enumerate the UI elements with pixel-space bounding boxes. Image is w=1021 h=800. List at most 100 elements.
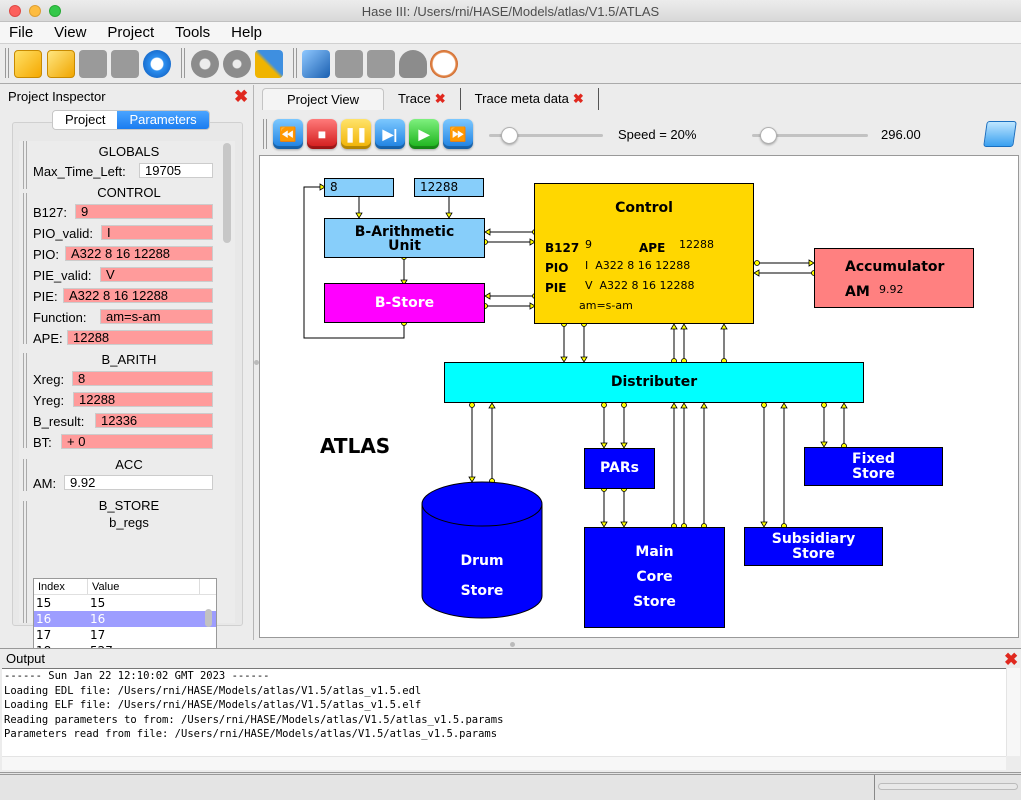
- close-tab-icon[interactable]: ✖: [435, 91, 446, 106]
- clock-icon[interactable]: [430, 50, 458, 78]
- progress-bar: [878, 783, 1018, 790]
- playback-toolbar: ⏪ ■ ❚❚ ▶| ▶ ⏩ Speed = 20% 296.00: [259, 113, 1021, 155]
- tab-parameters[interactable]: Parameters: [117, 111, 209, 129]
- pio-valid-field[interactable]: I: [101, 225, 213, 240]
- xreg-register[interactable]: 8: [324, 178, 394, 197]
- b127-field[interactable]: 9: [75, 204, 213, 219]
- output-close-icon[interactable]: ✖: [1004, 651, 1018, 668]
- b-result-field[interactable]: 12336: [95, 413, 213, 428]
- subsidiary-store-block[interactable]: Subsidiary Store: [744, 527, 883, 566]
- play-button[interactable]: ▶: [409, 119, 439, 149]
- build-all-gears-icon[interactable]: [223, 50, 251, 78]
- output-line: Reading parameters to from: /Users/rni/H…: [4, 713, 504, 726]
- acc-heading: ACC: [115, 457, 143, 472]
- menu-project[interactable]: Project: [107, 22, 154, 43]
- pio-field[interactable]: A322 8 16 12288: [65, 246, 213, 261]
- table-row-selected[interactable]: 16 16: [34, 611, 216, 627]
- build-gear-icon[interactable]: [191, 50, 219, 78]
- b-regs-scrollbar[interactable]: [205, 609, 212, 627]
- b-regs-header: Index Value: [34, 579, 216, 595]
- function-label: Function:: [33, 309, 87, 325]
- yreg-field[interactable]: 12288: [73, 392, 213, 407]
- refresh-icon[interactable]: [143, 50, 171, 78]
- close-tab-icon[interactable]: ✖: [573, 91, 584, 106]
- pie-field[interactable]: A322 8 16 12288: [63, 288, 213, 303]
- globals-group-bar: [23, 141, 27, 189]
- distributer-block[interactable]: Distributer: [444, 362, 864, 403]
- drum-store-block[interactable]: Drum Store: [422, 546, 542, 606]
- menu-help[interactable]: Help: [231, 22, 262, 43]
- accumulator-block[interactable]: Accumulator AM 9.92: [814, 248, 974, 308]
- menu-file[interactable]: File: [9, 22, 33, 43]
- function-field[interactable]: am=s-am: [100, 309, 213, 324]
- output-horizontal-scrollbar[interactable]: [2, 756, 1006, 770]
- stop-button[interactable]: ■: [307, 119, 337, 149]
- editor-tabs: Project View Trace ✖ Trace meta data ✖: [262, 88, 599, 110]
- pie-valid-field[interactable]: V: [100, 267, 213, 282]
- tab-project[interactable]: Project: [53, 111, 118, 129]
- tab-label: Project View: [287, 92, 360, 107]
- fixed-store-block[interactable]: Fixed Store: [804, 447, 943, 486]
- save-all-icon[interactable]: [111, 50, 139, 78]
- output-vertical-scrollbar[interactable]: [1006, 668, 1020, 756]
- yreg-register[interactable]: 12288: [414, 178, 484, 197]
- inspector-tabs: Project Parameters: [52, 110, 210, 130]
- fast-forward-button[interactable]: ⏩: [443, 119, 473, 149]
- output-header: Output ✖: [0, 648, 1021, 668]
- tools-icon[interactable]: [255, 50, 283, 78]
- b-arithmetic-unit[interactable]: B-Arithmetic Unit: [324, 218, 485, 258]
- max-time-left-field[interactable]: 19705: [139, 163, 213, 178]
- status-bar: [0, 772, 1021, 800]
- cell-value: 16: [90, 612, 106, 626]
- column-header-index[interactable]: Index: [34, 579, 88, 594]
- toolbar-separator: [293, 48, 297, 78]
- main-label-line3: Store: [633, 594, 676, 610]
- b-arith-label-line2: Unit: [388, 238, 421, 254]
- horizontal-splitter-handle[interactable]: [510, 642, 515, 647]
- step-button[interactable]: ▶|: [375, 119, 405, 149]
- pie-label: PIE:: [33, 288, 58, 304]
- inspector-close-icon[interactable]: ✖: [234, 88, 248, 105]
- b127-label: B127:: [33, 204, 67, 220]
- parameters-scrollbar[interactable]: [223, 143, 231, 243]
- tab-trace-meta-data[interactable]: Trace meta data ✖: [461, 88, 599, 110]
- save-icon[interactable]: [79, 50, 107, 78]
- time-slider-knob[interactable]: [760, 127, 777, 144]
- table-row[interactable]: 15 15: [34, 595, 216, 611]
- ape-field[interactable]: 12288: [67, 330, 213, 345]
- document-icon[interactable]: [335, 50, 363, 78]
- open-folder-icon[interactable]: [47, 50, 75, 78]
- pause-button[interactable]: ❚❚: [341, 119, 371, 149]
- tab-trace[interactable]: Trace ✖: [384, 88, 461, 110]
- pars-block[interactable]: PARs: [584, 448, 655, 489]
- vertical-splitter-handle[interactable]: [254, 360, 259, 365]
- parameters-container: GLOBALS Max_Time_Left: 19705 CONTROL B12…: [12, 122, 243, 674]
- document-edit-icon[interactable]: [367, 50, 395, 78]
- menu-view[interactable]: View: [54, 22, 86, 43]
- pie-valid-label: PIE_valid:: [33, 267, 92, 283]
- column-header-value[interactable]: Value: [88, 579, 200, 594]
- output-console[interactable]: ------ Sun Jan 22 12:10:02 GMT 2023 ----…: [2, 668, 1006, 756]
- window-title: Hase III: /Users/rni/HASE/Models/atlas/V…: [361, 4, 660, 19]
- fixed-label-line1: Fixed: [852, 451, 895, 467]
- ape-label: APE:: [33, 330, 63, 346]
- tab-project-view[interactable]: Project View: [262, 88, 385, 110]
- open-project-icon[interactable]: [14, 50, 42, 78]
- b-store-block[interactable]: B-Store: [324, 283, 485, 323]
- globals-heading: GLOBALS: [98, 144, 160, 159]
- toolbar-grip: [263, 119, 267, 149]
- main-core-store-block[interactable]: Main Core Store: [584, 527, 725, 628]
- window-mode-icon[interactable]: [983, 121, 1017, 147]
- pie-value: V A322 8 16 12288: [585, 279, 695, 292]
- speed-slider-knob[interactable]: [501, 127, 518, 144]
- menu-tools[interactable]: Tools: [175, 22, 210, 43]
- person-icon[interactable]: [399, 50, 427, 78]
- am-field[interactable]: 9.92: [64, 475, 213, 490]
- bt-field[interactable]: + 0: [61, 434, 213, 449]
- edit-icon[interactable]: [302, 50, 330, 78]
- control-block[interactable]: Control B127 9 APE 12288 PIO I A322 8 16…: [534, 183, 754, 324]
- table-row[interactable]: 17 17: [34, 627, 216, 643]
- b-arith-group-bar: [23, 353, 27, 448]
- rewind-button[interactable]: ⏪: [273, 119, 303, 149]
- xreg-field[interactable]: 8: [72, 371, 213, 386]
